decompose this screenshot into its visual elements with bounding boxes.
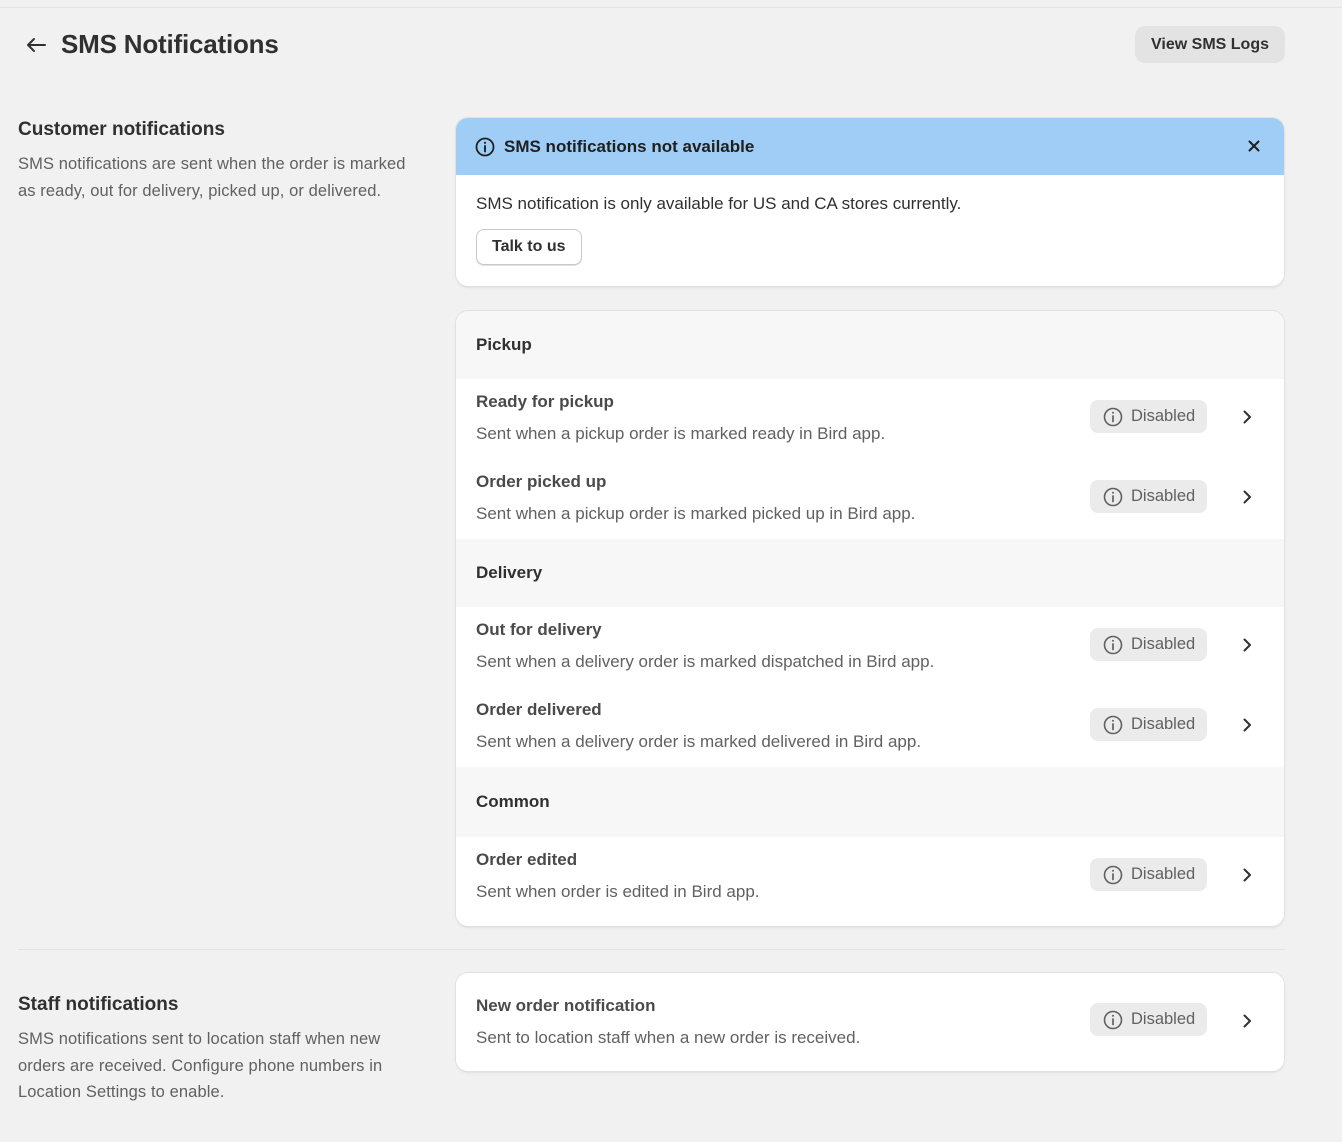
staff-notifications-card: New order notification Sent to location …	[456, 973, 1284, 1071]
chevron-right-icon	[1240, 637, 1254, 653]
top-divider	[0, 7, 1342, 8]
banner-header: SMS notifications not available	[456, 118, 1284, 175]
section-description: SMS notifications are sent when the orde…	[18, 155, 406, 200]
banner-body: SMS notification is only available for U…	[456, 175, 1284, 285]
row-title: Order delivered	[476, 700, 602, 719]
row-title: Order picked up	[476, 472, 607, 491]
status-label: Disabled	[1131, 407, 1196, 425]
banner-title: SMS notifications not available	[504, 136, 755, 156]
banner-close-button[interactable]	[1244, 136, 1264, 156]
info-icon	[1103, 865, 1123, 884]
close-icon	[1248, 140, 1260, 152]
customer-notifications-card: Pickup Ready for pickup Sent when a pick…	[456, 311, 1284, 926]
row-description: Sent to location staff when a new order …	[476, 1028, 861, 1047]
row-title: New order notification	[476, 996, 656, 1015]
notification-row-ready-for-pickup[interactable]: Ready for pickup Sent when a pickup orde…	[456, 379, 1284, 459]
status-label: Disabled	[1131, 635, 1196, 653]
section-divider	[18, 949, 1285, 950]
status-badge: Disabled	[1090, 1003, 1208, 1036]
unavailable-banner: SMS notifications not available SMS noti…	[456, 118, 1284, 286]
notification-row-new-order[interactable]: New order notification Sent to location …	[456, 973, 1284, 1071]
status-label: Disabled	[1131, 865, 1196, 883]
arrow-left-icon	[27, 38, 46, 52]
notification-row-order-edited[interactable]: Order edited Sent when order is edited i…	[456, 837, 1284, 917]
staff-notifications-info: Staff notifications SMS notifications se…	[18, 994, 418, 1106]
info-icon	[1103, 407, 1123, 426]
notification-row-order-delivered[interactable]: Order delivered Sent when a delivery ord…	[456, 687, 1284, 767]
row-description: Sent when a delivery order is marked del…	[476, 732, 922, 751]
page-title: SMS Notifications	[61, 29, 279, 59]
customer-notifications-info: Customer notifications SMS notifications…	[18, 119, 418, 204]
row-title: Ready for pickup	[476, 392, 614, 411]
back-button[interactable]	[24, 33, 48, 57]
page-header: SMS Notifications View SMS Logs	[18, 26, 1285, 64]
chevron-right-icon	[1240, 489, 1254, 505]
chevron-right-icon	[1240, 717, 1254, 733]
row-description: Sent when a pickup order is marked ready…	[476, 424, 886, 443]
info-icon	[1103, 635, 1123, 654]
chevron-right-icon	[1240, 1013, 1254, 1029]
status-label: Disabled	[1131, 715, 1196, 733]
notification-row-out-for-delivery[interactable]: Out for delivery Sent when a delivery or…	[456, 607, 1284, 687]
status-badge: Disabled	[1090, 628, 1208, 661]
group-header-delivery: Delivery	[456, 539, 1284, 607]
row-description: Sent when a delivery order is marked dis…	[476, 652, 935, 671]
row-description: Sent when order is edited in Bird app.	[476, 882, 760, 901]
info-icon	[1103, 715, 1123, 734]
status-badge: Disabled	[1090, 708, 1208, 741]
status-badge: Disabled	[1090, 858, 1208, 891]
section-title: Customer notifications	[18, 119, 225, 140]
status-badge: Disabled	[1090, 480, 1208, 513]
group-header-pickup: Pickup	[456, 311, 1284, 379]
chevron-right-icon	[1240, 867, 1254, 883]
info-icon	[475, 137, 495, 156]
status-badge: Disabled	[1090, 400, 1208, 433]
info-icon	[1103, 1010, 1123, 1029]
status-label: Disabled	[1131, 487, 1196, 505]
row-title: Order edited	[476, 850, 578, 869]
row-description: Sent when a pickup order is marked picke…	[476, 504, 916, 523]
banner-message: SMS notification is only available for U…	[476, 194, 962, 213]
section-title: Staff notifications	[18, 994, 179, 1015]
group-header-common: Common	[456, 767, 1284, 837]
notification-row-order-picked-up[interactable]: Order picked up Sent when a pickup order…	[456, 459, 1284, 539]
info-icon	[1103, 487, 1123, 506]
view-sms-logs-button[interactable]: View SMS Logs	[1135, 26, 1285, 63]
row-title: Out for delivery	[476, 620, 602, 639]
chevron-right-icon	[1240, 409, 1254, 425]
status-label: Disabled	[1131, 1010, 1196, 1028]
section-description: SMS notifications sent to location staff…	[18, 1030, 383, 1101]
talk-to-us-button[interactable]: Talk to us	[476, 229, 582, 265]
